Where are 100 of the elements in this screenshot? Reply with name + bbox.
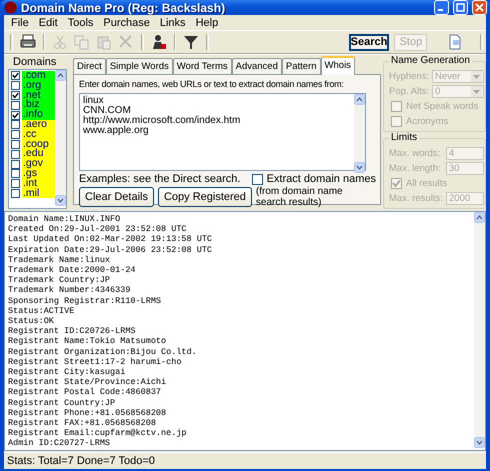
maximize-button[interactable] [453,0,468,15]
domain-item[interactable]: .org [22,80,55,91]
menu-item[interactable]: File [6,16,34,28]
input-field[interactable]: linux CNN.COM http://www.microsoft.com/index.htm www.apple.org [79,93,366,171]
maximize-icon [456,3,465,12]
domain-item[interactable]: .int [22,178,55,189]
output-line: Trademark Number:4346339 [8,285,130,296]
checkbox-label: Net Speak words [406,101,478,112]
input-line: CNN.COM [83,106,131,116]
action-button[interactable]: Clear Details [79,187,154,207]
output-line: Registrant State/Province:Aichi [8,377,166,388]
status-bar: Stats: Total=7 Done=7 Todo=0 [4,452,486,469]
close-icon [475,3,484,12]
prompt-text: Enter domain names, web URLs or text to extract domain names from: [79,78,345,90]
tab[interactable]: Advanced [232,58,282,74]
search-button[interactable]: Search [348,34,390,50]
checkbox[interactable] [11,90,20,100]
output-line: Registrant Country:JP [8,398,116,408]
menu-item[interactable]: Edit [34,16,63,28]
output-line: Trademark Country:JP [8,275,110,286]
check-icon [392,179,401,188]
funnel-icon [183,34,200,50]
output-line: Trademark Name:linux [8,254,110,266]
domain-item[interactable]: .gs [22,168,55,179]
domains-label: Domains [12,56,58,68]
group-title: Limits [389,132,420,143]
output-line: Registrant Postal Code:4860837 [8,387,162,398]
scissors-icon [52,34,68,50]
field-label: Max. results: [389,193,444,204]
output-line: Status:ACTIVE [8,306,74,316]
output-line: Registrant ID:C20726-LRMS [8,326,136,336]
field-label: Max. length: [389,163,442,174]
window-title: Domain Name Pro (Reg: Backslash) [21,0,226,14]
caret-icon [473,90,480,94]
tab[interactable]: Word Terms [172,58,232,74]
output-line: Trademark Date:2000-01-24 [8,265,136,276]
output-line: Sponsoring Registrar:R110-LRMS [8,296,162,306]
domain-item[interactable]: .net [22,90,55,100]
menu-item[interactable]: Links [154,16,191,28]
input-line: linux [83,96,105,106]
checkbox[interactable] [11,188,20,198]
person-icon [150,34,167,50]
checkbox[interactable] [11,179,20,188]
checkbox[interactable] [11,120,20,130]
examples-text: Examples: see the Direct search. [79,173,242,185]
clipboard-icon [96,34,112,50]
checkbox[interactable] [11,150,20,159]
output-line: Created On:29-Jul-2001 23:52:08 UTC [8,224,187,234]
domain-item[interactable]: .biz [22,100,55,110]
checkbox-label: All results [406,178,448,189]
check-icon [12,71,19,80]
output-line: Registrant Street1:17-2 harumi-cho [8,356,182,368]
input-line: www.apple.org [83,126,149,136]
menu-item[interactable]: Help [190,16,224,28]
caret-icon [473,74,480,78]
domain-item[interactable]: .com [22,71,55,81]
field-label: Max. words: [389,148,442,159]
checkbox[interactable] [11,71,20,80]
checkbox[interactable] [11,130,20,140]
output-line: Domain Name:LINUX.INFO [8,214,120,224]
tab[interactable]: Pattern [282,58,321,74]
check-icon [12,90,19,100]
menu-item[interactable]: Purchase [98,16,155,28]
copy-icon [74,34,90,50]
output-line: Admin ID:C20727-LRMS [8,438,110,449]
output-line: Registrant FAX:+81.0568568208 [8,418,156,428]
output-line: Registrant Organization:Bijou Co.ltd. [8,346,197,357]
checkbox-label: Extract domain names [266,173,376,185]
action-button[interactable]: Copy Registered [158,187,252,207]
domain-item[interactable]: .aero [22,120,55,130]
domain-item[interactable]: .edu [22,149,55,160]
output-line: Registrant City:kasugai [8,367,126,378]
cross-icon [118,34,134,50]
printer-icon [20,34,36,50]
menu-item[interactable]: Tools [62,16,98,28]
tab[interactable]: Whois [320,56,355,75]
output-line: Status:OK [8,316,54,326]
minimize-button[interactable] [434,0,449,15]
checkbox[interactable] [252,174,263,184]
domain-item[interactable]: .gov [22,159,55,169]
checkbox[interactable] [11,160,20,169]
checkbox[interactable] [11,81,20,90]
domain-item[interactable]: .coop [22,140,55,150]
domain-item[interactable]: .mil [22,188,55,198]
tab[interactable]: Simple Words [106,58,173,74]
checkbox[interactable] [11,100,20,110]
checkbox[interactable] [11,140,20,149]
checkbox[interactable] [11,169,20,178]
field-label: Hyphens: [389,71,430,82]
domain-item[interactable]: .info [22,110,55,120]
note-text: (from domain name search results) [256,186,344,208]
domain-item[interactable]: .cc [22,130,55,140]
tab[interactable]: Direct [73,58,106,74]
app-icon [4,1,17,14]
field-label: Pop. Alts: [389,86,430,97]
group-title: Name Generation [389,55,472,66]
checkbox[interactable] [11,110,20,120]
close-button[interactable] [472,0,487,15]
output-line: Expiration Date:29-Jul-2006 23:52:08 UTC [8,244,212,255]
document-icon [448,34,462,50]
